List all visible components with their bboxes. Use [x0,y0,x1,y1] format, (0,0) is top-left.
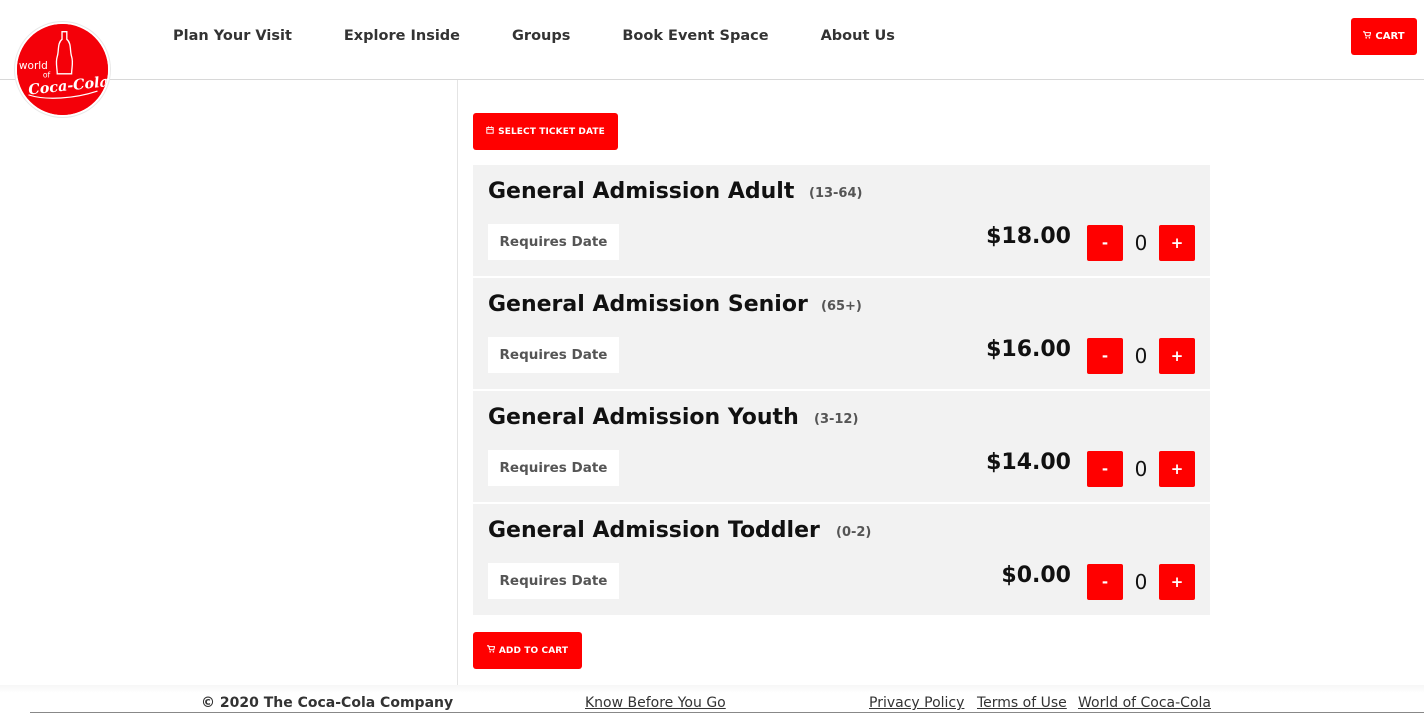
nav-groups[interactable]: Groups [512,28,570,44]
ticket-title: General Admission Adult [488,179,795,204]
nav-about-us[interactable]: About Us [821,28,895,44]
quantity-field[interactable]: 0 [1123,564,1159,600]
terms-of-use-link[interactable]: Terms of Use [977,695,1067,711]
ticket-title: General Admission Youth [488,405,799,430]
content-divider [457,80,458,685]
footer-shadow [0,685,1424,693]
ticket-age-range: (65+) [821,299,862,314]
logo-of-text: of [43,71,51,80]
quantity-field[interactable]: 0 [1123,225,1159,261]
decrease-quantity-button[interactable]: - [1087,451,1123,487]
ticket-price: $0.00 [1001,563,1071,588]
increase-quantity-button[interactable]: + [1159,225,1195,261]
world-of-coca-cola-logo[interactable]: world of Coca-Cola [15,22,110,117]
cart-icon [1363,31,1372,42]
ticket-price: $16.00 [986,337,1071,362]
nav-explore-inside[interactable]: Explore Inside [344,28,460,44]
site-header: Plan Your Visit Explore Inside Groups Bo… [0,0,1424,80]
calendar-icon [486,126,494,137]
world-of-coca-cola-link[interactable]: World of Coca-Cola [1078,695,1211,711]
decrease-quantity-button[interactable]: - [1087,225,1123,261]
nav-plan-your-visit[interactable]: Plan Your Visit [173,28,292,44]
know-before-you-go-link[interactable]: Know Before You Go [585,695,726,711]
ticket-title: General Admission Toddler [488,518,820,543]
decrease-quantity-button[interactable]: - [1087,564,1123,600]
cart-label: CART [1375,31,1405,42]
requires-date-badge: Requires Date [488,563,619,599]
ticket-age-range: (0-2) [836,525,872,540]
quantity-stepper: - 0 + [1087,564,1195,600]
select-ticket-date-label: SELECT TICKET DATE [498,126,605,137]
quantity-stepper: - 0 + [1087,451,1195,487]
requires-date-badge: Requires Date [488,224,619,260]
main-nav: Plan Your Visit Explore Inside Groups Bo… [173,28,895,44]
copyright-text: © 2020 The Coca-Cola Company [201,695,454,711]
decrease-quantity-button[interactable]: - [1087,338,1123,374]
ticket-price: $18.00 [986,224,1071,249]
privacy-policy-link[interactable]: Privacy Policy [869,695,964,711]
header-cart-button[interactable]: CART [1351,18,1417,55]
quantity-stepper: - 0 + [1087,338,1195,374]
quantity-stepper: - 0 + [1087,225,1195,261]
nav-book-event-space[interactable]: Book Event Space [622,28,768,44]
ticket-card-adult: General Admission Adult (13-64) Requires… [473,165,1210,276]
site-footer: © 2020 The Coca-Cola Company Know Before… [0,685,1424,713]
select-ticket-date-button[interactable]: SELECT TICKET DATE [473,113,618,150]
ticket-list: General Admission Adult (13-64) Requires… [473,165,1210,617]
requires-date-badge: Requires Date [488,337,619,373]
increase-quantity-button[interactable]: + [1159,451,1195,487]
quantity-field[interactable]: 0 [1123,451,1159,487]
add-to-cart-button[interactable]: ADD TO CART [473,632,582,669]
ticket-age-range: (3-12) [814,412,859,427]
ticket-card-toddler: General Admission Toddler (0-2) Requires… [473,504,1210,615]
ticket-card-youth: General Admission Youth (3-12) Requires … [473,391,1210,502]
requires-date-badge: Requires Date [488,450,619,486]
ticket-title: General Admission Senior [488,292,808,317]
cart-icon [486,645,496,656]
ticket-card-senior: General Admission Senior (65+) Requires … [473,278,1210,389]
ticket-price: $14.00 [986,450,1071,475]
increase-quantity-button[interactable]: + [1159,338,1195,374]
increase-quantity-button[interactable]: + [1159,564,1195,600]
add-to-cart-label: ADD TO CART [498,645,569,656]
quantity-field[interactable]: 0 [1123,338,1159,374]
ticket-age-range: (13-64) [809,186,863,201]
